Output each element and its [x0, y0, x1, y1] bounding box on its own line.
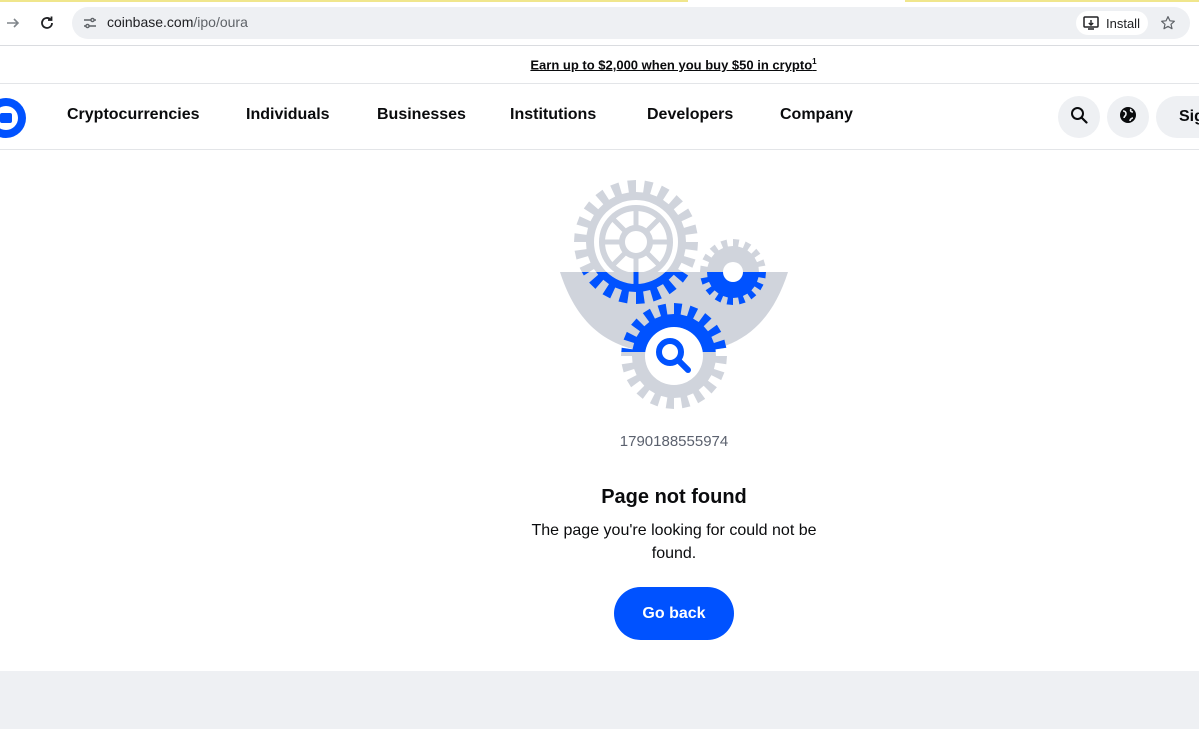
forward-arrow-icon[interactable]	[2, 12, 24, 34]
search-button[interactable]	[1058, 96, 1100, 138]
nav-cryptocurrencies[interactable]: Cryptocurrencies	[67, 106, 200, 124]
url-text[interactable]: coinbase.com/ipo/oura	[107, 14, 248, 30]
footer-area	[0, 671, 1199, 729]
error-code: 1790188555974	[619, 433, 729, 450]
search-icon	[1070, 106, 1088, 129]
sign-in-button[interactable]: Sign in	[1156, 96, 1199, 138]
coinbase-logo[interactable]	[0, 98, 26, 138]
url-domain: coinbase.com	[107, 14, 194, 30]
install-app-icon	[1083, 16, 1099, 30]
url-path: /ipo/oura	[193, 14, 248, 30]
install-button[interactable]: Install	[1076, 11, 1148, 35]
browser-toolbar: coinbase.com/ipo/oura Install	[0, 0, 1199, 46]
tab-strip-accent	[0, 0, 1199, 3]
promo-banner: Earn up to $2,000 when you buy $50 in cr…	[0, 46, 1199, 84]
address-bar[interactable]: coinbase.com/ipo/oura Install	[72, 7, 1190, 39]
nav-individuals[interactable]: Individuals	[246, 106, 330, 124]
go-back-button[interactable]: Go back	[614, 587, 734, 640]
gears-illustration	[558, 178, 790, 410]
reload-icon[interactable]	[36, 12, 58, 34]
install-label: Install	[1106, 15, 1140, 31]
site-settings-icon[interactable]	[80, 13, 100, 33]
promo-link[interactable]: Earn up to $2,000 when you buy $50 in cr…	[530, 57, 816, 72]
language-button[interactable]	[1107, 96, 1149, 138]
nav-institutions[interactable]: Institutions	[510, 106, 596, 124]
globe-icon	[1119, 106, 1137, 129]
nav-company[interactable]: Company	[780, 106, 853, 124]
nav-developers[interactable]: Developers	[647, 106, 733, 124]
page-title: Page not found	[601, 486, 747, 508]
bookmark-star-icon[interactable]	[1157, 12, 1179, 34]
site-header: Cryptocurrencies Individuals Businesses …	[0, 84, 1199, 150]
error-description: The page you're looking for could not be…	[531, 522, 817, 562]
promo-footnote: 1	[812, 56, 817, 66]
nav-businesses[interactable]: Businesses	[377, 106, 466, 124]
